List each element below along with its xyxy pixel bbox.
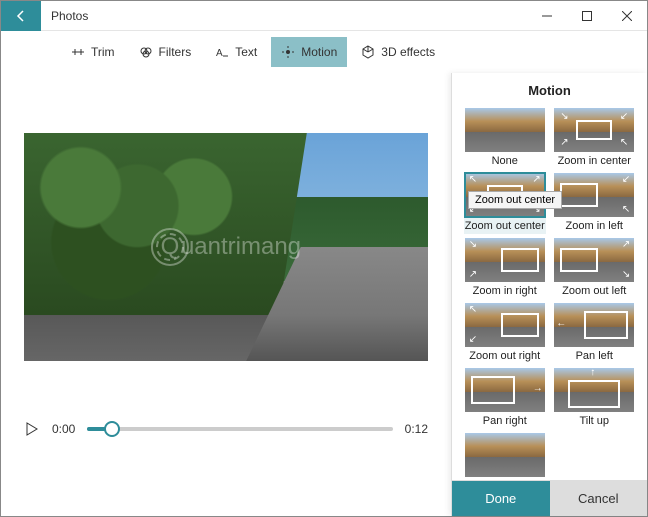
motion-thumb: ↘↙ ↗↖ — [554, 108, 634, 152]
player-controls: 0:00 0:12 — [24, 421, 428, 437]
motion-label: Tilt up — [554, 412, 636, 429]
motion-option-pan-right[interactable]: → Pan right — [464, 368, 546, 429]
motion-thumb: ← — [554, 303, 634, 347]
motion-option-tilt-up[interactable]: ↑ Tilt up — [554, 368, 636, 429]
motion-thumb — [465, 108, 545, 152]
motion-option-zoom-in-right[interactable]: ↘↗ Zoom in right — [464, 238, 546, 299]
preview-scene-trees — [24, 133, 307, 315]
toolbar: Trim Filters A Text Motion 3D effects — [1, 31, 647, 73]
text-label: Text — [235, 45, 257, 59]
text-icon: A — [215, 45, 229, 59]
motion-label: Zoom in left — [554, 217, 636, 234]
motion-thumb: → — [465, 368, 545, 412]
cancel-button[interactable]: Cancel — [550, 481, 648, 516]
slider-thumb[interactable] — [104, 421, 120, 437]
effects-label: 3D effects — [381, 45, 435, 59]
panel-buttons: Done Cancel — [452, 480, 647, 516]
window-controls — [527, 1, 647, 31]
titlebar: Photos — [1, 1, 647, 31]
video-preview[interactable]: Q uantrimang — [24, 133, 428, 361]
motion-option-zoom-out-right[interactable]: ↖↙ Zoom out right — [464, 303, 546, 364]
filters-label: Filters — [159, 45, 192, 59]
motion-label: Pan left — [554, 347, 636, 364]
maximize-button[interactable] — [567, 1, 607, 31]
arrow-left-icon — [14, 9, 28, 23]
motion-thumb: ↑ — [554, 368, 634, 412]
motion-option-zoom-in-left[interactable]: ↙↖ Zoom in left — [554, 173, 636, 234]
timeline-slider[interactable] — [87, 427, 392, 431]
cube-icon — [361, 45, 375, 59]
watermark-text: uantrimang — [181, 233, 301, 261]
motion-panel: Motion None ↘↙ ↗↖ Zoom in center Zoom ou… — [451, 73, 647, 516]
back-button[interactable] — [1, 1, 41, 31]
motion-label: Motion — [301, 45, 337, 59]
motion-option-extra[interactable] — [464, 433, 546, 477]
watermark-logo-icon: Q — [151, 228, 189, 266]
motion-thumb — [465, 433, 545, 477]
svg-text:A: A — [216, 48, 223, 59]
motion-thumb: ↗↘ — [554, 238, 634, 282]
app-title: Photos — [41, 9, 527, 23]
filters-button[interactable]: Filters — [129, 37, 202, 67]
motion-label: Zoom in right — [464, 282, 546, 299]
watermark: Q uantrimang — [151, 228, 301, 266]
motion-option-zoom-out-left[interactable]: ↗↘ Zoom out left — [554, 238, 636, 299]
motion-label: Zoom out center — [464, 217, 546, 234]
motion-label: Zoom out left — [554, 282, 636, 299]
motion-grid[interactable]: None ↘↙ ↗↖ Zoom in center Zoom out cente… — [452, 104, 647, 480]
motion-option-zoom-in-center[interactable]: ↘↙ ↗↖ Zoom in center — [554, 108, 636, 169]
motion-thumb: ↖↙ — [465, 303, 545, 347]
trim-button[interactable]: Trim — [61, 37, 125, 67]
preview-pane: Q uantrimang 0:00 0:12 — [1, 73, 451, 516]
motion-label: Zoom in center — [554, 152, 636, 169]
close-button[interactable] — [607, 1, 647, 31]
motion-option-zoom-out-center[interactable]: Zoom out center ↖↗ ↙↘ Zoom out center — [464, 173, 546, 234]
3d-effects-button[interactable]: 3D effects — [351, 37, 445, 67]
time-current: 0:00 — [52, 422, 75, 436]
main-area: Q uantrimang 0:00 0:12 Motion None — [1, 73, 647, 516]
motion-icon — [281, 45, 295, 59]
text-button[interactable]: A Text — [205, 37, 267, 67]
motion-thumb: ↘↗ — [465, 238, 545, 282]
motion-button[interactable]: Motion — [271, 37, 347, 67]
panel-title: Motion — [452, 73, 647, 104]
done-button[interactable]: Done — [452, 481, 550, 516]
filters-icon — [139, 45, 153, 59]
trim-label: Trim — [91, 45, 115, 59]
tooltip: Zoom out center — [468, 191, 562, 209]
motion-option-none[interactable]: None — [464, 108, 546, 169]
motion-thumb: ↙↖ — [554, 173, 634, 217]
motion-label: None — [464, 152, 546, 169]
motion-label: Zoom out right — [464, 347, 546, 364]
play-button[interactable] — [24, 421, 40, 437]
time-duration: 0:12 — [405, 422, 428, 436]
motion-option-pan-left[interactable]: ← Pan left — [554, 303, 636, 364]
trim-icon — [71, 45, 85, 59]
motion-label: Pan right — [464, 412, 546, 429]
minimize-button[interactable] — [527, 1, 567, 31]
